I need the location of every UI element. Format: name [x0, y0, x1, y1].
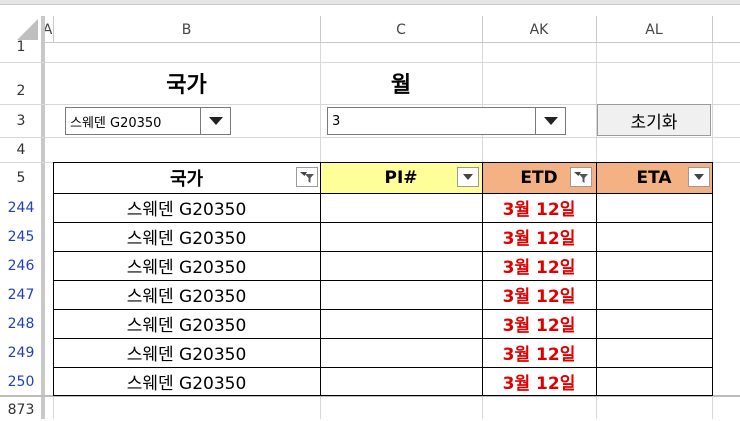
row-header-4[interactable]: 4: [0, 138, 42, 162]
month-label: 월: [390, 73, 412, 98]
month-dropdown-button[interactable]: [535, 108, 565, 134]
ribbon-edge: [0, 0, 740, 5]
gridline: [482, 43, 483, 163]
table-border: [53, 309, 713, 310]
funnel-filter-icon: [574, 172, 588, 183]
gridline: [53, 397, 54, 419]
table-row-eta[interactable]: [596, 251, 712, 280]
column-header-c[interactable]: C: [320, 16, 482, 43]
table-row-country[interactable]: 스웨덴 G20350: [53, 193, 320, 222]
table-row-eta[interactable]: [596, 193, 712, 222]
table-row-country[interactable]: 스웨덴 G20350: [53, 222, 320, 251]
table-border: [320, 162, 321, 396]
gridline: [596, 397, 597, 419]
row-header-244[interactable]: 244: [0, 193, 42, 222]
table-row-pi[interactable]: [320, 309, 482, 338]
table-row-etd[interactable]: 3월 12일: [482, 338, 596, 367]
table-row-etd[interactable]: 3월 12일: [482, 280, 596, 309]
col-sep: [482, 16, 483, 43]
row-header-249[interactable]: 249: [0, 338, 42, 367]
col-sep: [53, 16, 54, 43]
table-border: [596, 162, 597, 396]
table-row-etd[interactable]: 3월 12일: [482, 309, 596, 338]
col-sep: [712, 16, 713, 43]
country-dropdown-button[interactable]: [200, 108, 230, 134]
column-header-al[interactable]: AL: [596, 16, 712, 43]
col-sep: [320, 16, 321, 43]
table-border: [53, 222, 713, 223]
etd-filter-button[interactable]: [570, 167, 592, 187]
table-row-eta[interactable]: [596, 222, 712, 251]
triangle-down-icon: [208, 116, 223, 125]
freeze-pane-line: [42, 16, 45, 419]
dropdown-arrow-icon: [463, 174, 473, 180]
gridline: [320, 397, 321, 419]
table-row-eta[interactable]: [596, 280, 712, 309]
table-border: [53, 162, 713, 163]
table-row-country[interactable]: 스웨덴 G20350: [53, 338, 320, 367]
table-row-country[interactable]: 스웨덴 G20350: [53, 367, 320, 396]
col-sep: [596, 16, 597, 43]
table-border: [482, 162, 483, 396]
table-row-eta[interactable]: [596, 309, 712, 338]
dropdown-arrow-icon: [694, 174, 704, 180]
gridline: [0, 62, 740, 63]
table-row-pi[interactable]: [320, 222, 482, 251]
table-row-pi[interactable]: [320, 193, 482, 222]
column-header-ak[interactable]: AK: [482, 16, 596, 43]
table-border: [53, 367, 713, 368]
header-country: 국가: [169, 169, 204, 190]
table-border: [53, 338, 713, 339]
country-dropdown-value: 스웨덴 G20350: [70, 115, 162, 131]
country-dropdown[interactable]: 스웨덴 G20350: [65, 107, 231, 135]
table-row-pi[interactable]: [320, 251, 482, 280]
table-border: [53, 395, 713, 396]
table-border: [53, 280, 713, 281]
table-row-pi[interactable]: [320, 367, 482, 396]
gridline: [0, 137, 740, 138]
table-row-etd[interactable]: 3월 12일: [482, 222, 596, 251]
row-header-873[interactable]: 873: [0, 399, 42, 421]
pi-filter-button[interactable]: [457, 167, 479, 187]
gridline: [596, 43, 597, 163]
row-header-1[interactable]: 1: [0, 36, 42, 58]
country-filter-button[interactable]: [296, 167, 318, 187]
funnel-filter-icon: [300, 172, 314, 183]
month-dropdown[interactable]: 3: [327, 107, 566, 135]
gridline: [320, 43, 321, 163]
row-header-3[interactable]: 3: [0, 108, 42, 134]
table-row-eta[interactable]: [596, 338, 712, 367]
table-border: [712, 162, 713, 396]
row-header-5[interactable]: 5: [0, 165, 42, 191]
table-row-pi[interactable]: [320, 280, 482, 309]
column-header-b[interactable]: B: [53, 16, 320, 43]
row-header-250[interactable]: 250: [0, 367, 42, 396]
row-header-2[interactable]: 2: [0, 78, 42, 104]
row-header-247[interactable]: 247: [0, 280, 42, 309]
eta-filter-button[interactable]: [688, 167, 710, 187]
triangle-down-icon: [543, 116, 558, 125]
table-row-etd[interactable]: 3월 12일: [482, 367, 596, 396]
table-border: [53, 193, 713, 194]
row-header-246[interactable]: 246: [0, 251, 42, 280]
row-header-245[interactable]: 245: [0, 222, 42, 251]
table-row-etd[interactable]: 3월 12일: [482, 251, 596, 280]
table-row-country[interactable]: 스웨덴 G20350: [53, 309, 320, 338]
table-row-eta[interactable]: [596, 367, 712, 396]
month-dropdown-value: 3: [332, 113, 341, 129]
row-header-248[interactable]: 248: [0, 309, 42, 338]
table-row-country[interactable]: 스웨덴 G20350: [53, 251, 320, 280]
country-label: 국가: [166, 73, 207, 98]
gridline: [482, 397, 483, 419]
reset-button[interactable]: 초기화: [597, 104, 711, 136]
table-row-etd[interactable]: 3월 12일: [482, 193, 596, 222]
table-border: [53, 162, 54, 396]
table-border: [53, 251, 713, 252]
table-row-pi[interactable]: [320, 338, 482, 367]
table-row-country[interactable]: 스웨덴 G20350: [53, 280, 320, 309]
